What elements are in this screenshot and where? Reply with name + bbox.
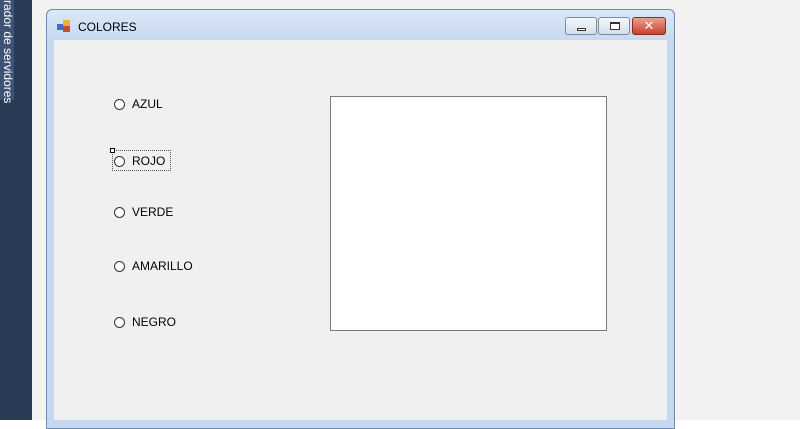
close-icon: ✕ bbox=[643, 18, 655, 33]
server-explorer-tab-label: rador de servidores bbox=[1, 0, 15, 104]
radio-circle[interactable] bbox=[114, 260, 125, 272]
radio-circle[interactable] bbox=[114, 155, 125, 167]
minimize-icon bbox=[577, 28, 586, 31]
radio-label: NEGRO bbox=[132, 315, 177, 329]
radio-rojo[interactable]: ROJO bbox=[114, 153, 165, 169]
radio-label: ROJO bbox=[132, 154, 166, 168]
title-bar[interactable]: COLORES ✕ bbox=[47, 10, 674, 40]
radio-verde[interactable]: VERDE bbox=[114, 204, 173, 220]
radio-negro[interactable]: NEGRO bbox=[114, 314, 176, 330]
radio-circle[interactable] bbox=[114, 316, 125, 328]
radio-circle[interactable] bbox=[114, 98, 125, 110]
server-explorer-tab[interactable]: rador de servidores bbox=[0, 0, 15, 104]
radio-amarillo[interactable]: AMARILLO bbox=[114, 258, 193, 274]
window-title: COLORES bbox=[78, 20, 137, 34]
form-client-area: AZUL ROJO VERDE AMARILLO NEGRO bbox=[54, 40, 667, 420]
server-explorer-strip: rador de servidores bbox=[0, 0, 32, 420]
radio-azul[interactable]: AZUL bbox=[114, 96, 163, 112]
radio-label: VERDE bbox=[132, 205, 174, 219]
maximize-button[interactable] bbox=[598, 17, 630, 35]
radio-label: AMARILLO bbox=[132, 259, 193, 273]
radio-circle[interactable] bbox=[114, 206, 125, 218]
maximize-icon bbox=[610, 22, 620, 30]
radio-label: AZUL bbox=[132, 97, 163, 111]
minimize-button[interactable] bbox=[565, 17, 597, 35]
color-display-panel bbox=[330, 96, 607, 331]
form-icon bbox=[57, 20, 70, 32]
form-window: COLORES ✕ AZUL ROJO VERDE AMARILLO NEGRO bbox=[46, 9, 675, 429]
close-button[interactable]: ✕ bbox=[632, 17, 666, 35]
